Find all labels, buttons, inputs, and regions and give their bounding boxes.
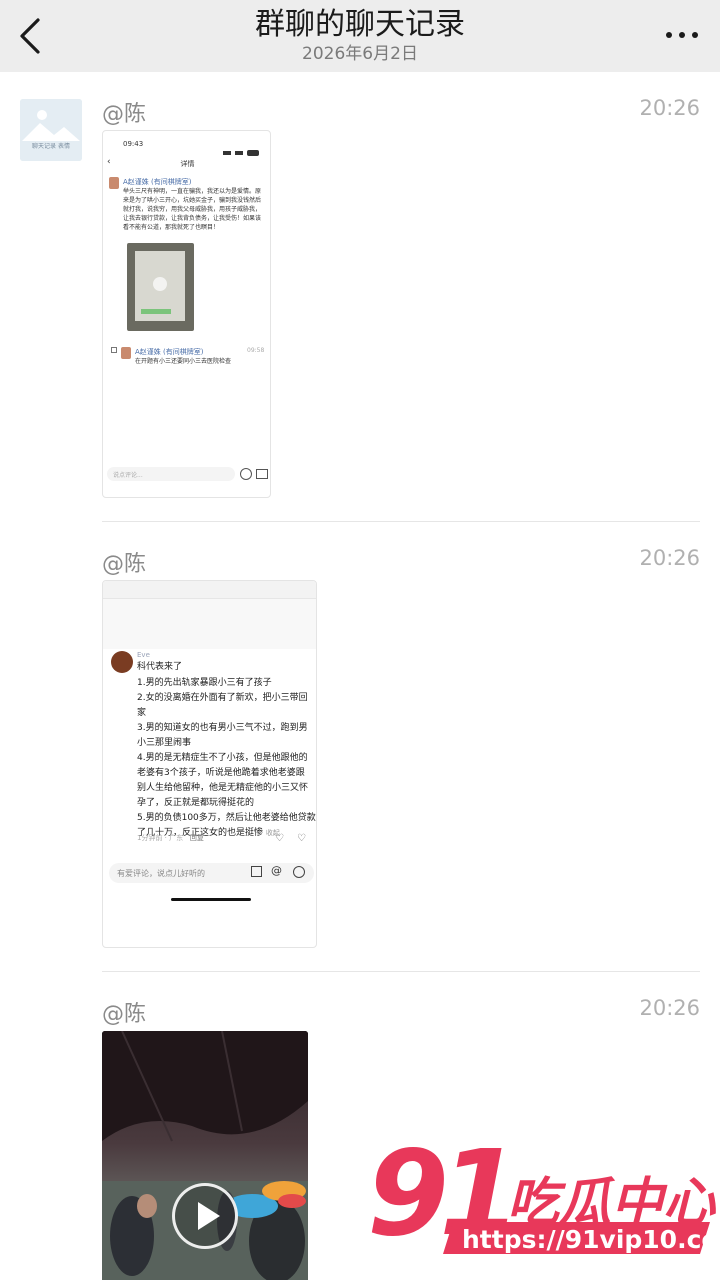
message-time: 20:26 [639,96,700,120]
author-avatar [109,177,119,189]
avatar-label: 聊天记录 表情 [32,143,70,150]
message-divider [102,971,700,972]
author-name: A赵谨姝 (有间棋牌室) [123,178,192,186]
image-placeholder-icon [20,99,82,161]
checkbox-icon [111,347,117,353]
reply-time: 09:58 [247,347,265,354]
message-header: @陈 20:26 [102,96,700,127]
message-divider [102,521,700,522]
emoji-icon [293,866,305,878]
sender-name: @陈 [102,552,147,577]
home-indicator [171,898,251,901]
message-header: @陈 20:26 [102,546,700,577]
status-time: 09:43 [123,140,144,148]
post-line: 小三那里闹事 [137,738,192,748]
post-intro: 科代表来了 [137,662,183,672]
page-date: 2026年6月2日 [302,44,418,64]
post-line: 别人生给他留种，他是无精症他的小三又怀 [137,783,309,793]
screenshot-image-2[interactable]: Eve 科代表来了 1.男的先出轨家暴跟小三有了孩子 2.女的没离婚在外面有了新… [102,580,317,948]
avatar[interactable]: 聊天记录 表情 [20,99,82,161]
dislike-icon: ♡ [297,833,306,844]
play-icon[interactable] [172,1183,238,1249]
reply-text: 在开题有小三还要同小三去医院检查 [135,358,232,365]
like-icon: ♡ [275,833,284,844]
back-icon[interactable] [14,14,50,58]
post-video-thumbnail [127,243,194,331]
image-icon [251,866,262,877]
post-line: 3.男的知道女的也有男小三气不过，跑到男 [137,723,308,733]
post-line: 4.男的是无精症生不了小孩，但是他跟他的 [137,753,308,763]
svg-text:https://91vip10.com: https://91vip10.com [462,1225,720,1254]
post-line: 1.男的先出轨家暴跟小三有了孩子 [137,678,272,688]
post-line: 老婆有3个孩子，听说是他跪着求他老婆跟 [137,768,305,778]
screenshot-image-1[interactable]: 09:43 ‹ 详情 A赵谨姝 (有间棋牌室) 举头三尺有神明，一直在骗我，我还… [102,130,271,498]
post-meta: 1分钟前 · 广东 回复 [137,834,204,842]
post-line: 孕了，反正就是都玩得挺花的 [137,798,255,808]
reply-avatar [121,347,131,359]
message-time: 20:26 [639,546,700,570]
detail-title: 详情 [180,160,195,168]
message-time: 20:26 [639,996,700,1020]
emoji-icon [240,468,252,480]
more-icon[interactable] [662,22,702,48]
sender-name: @陈 [102,1002,147,1027]
status-icons [223,141,261,156]
comment-input: 说点评论... [107,467,235,481]
post-line: 5.男的负债100多万，然后让他老婆给他贷款 [137,813,316,823]
user-avatar [111,651,133,673]
post-line: 家 [137,708,147,718]
sender-name: @陈 [102,102,147,127]
user-name: Eve [137,651,150,659]
comment-input: 有爱评论，说点儿好听的 @ [109,863,314,883]
image-icon [256,469,268,479]
message-header: @陈 20:26 [102,996,700,1027]
watermark-logo: 91 吃瓜中心 https://91vip10.com [365,1122,720,1272]
post-line: 2.女的没离婚在外面有了新欢，把小三带回 [137,693,308,703]
post-body: 举头三尺有神明，一直在骗我，我还以为是爱情。原来是为了哄小三开心，坑她买金子，骗… [123,188,262,231]
video-thumbnail[interactable] [102,1031,308,1280]
page-title: 群聊的聊天记录 [255,7,465,42]
window-toolbar [103,581,316,599]
at-icon: @ [271,864,282,877]
nav-bar: 群聊的聊天记录 2026年6月2日 [0,0,720,72]
